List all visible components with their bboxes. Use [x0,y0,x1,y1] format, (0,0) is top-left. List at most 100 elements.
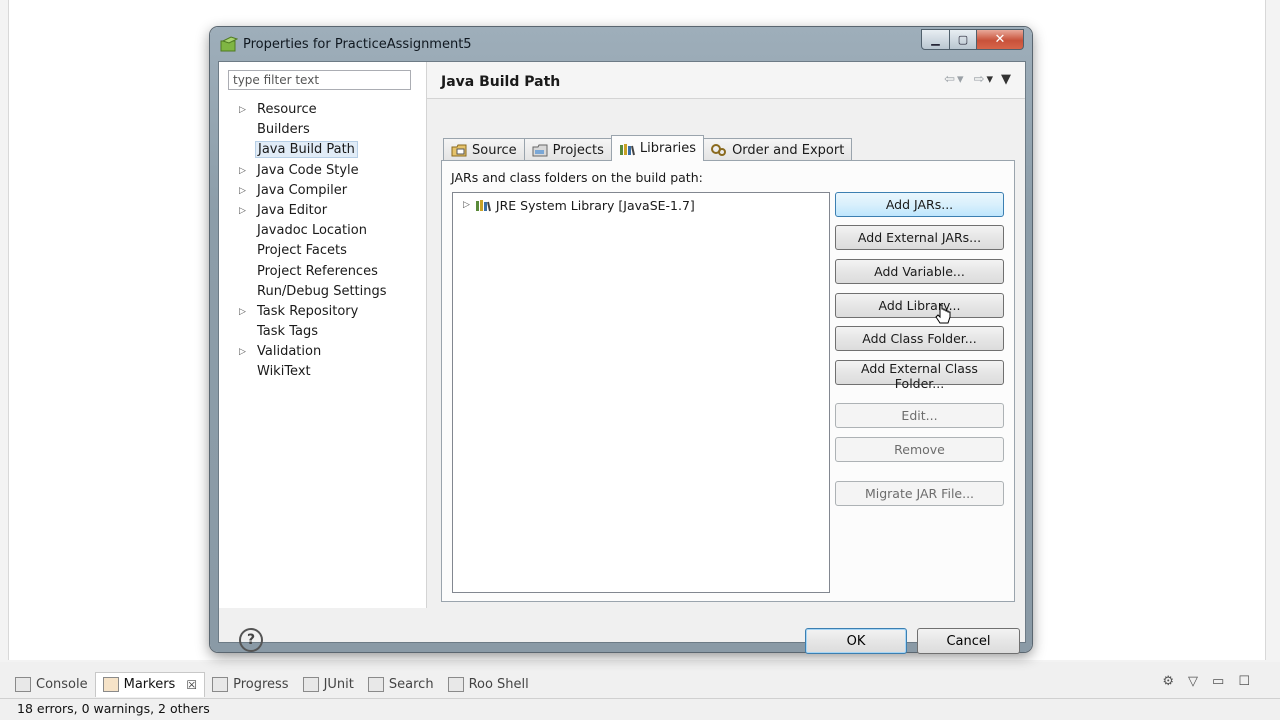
nav-item[interactable]: Javadoc Location [229,221,426,241]
expand-arrow-icon[interactable]: ▷ [239,302,246,322]
ok-button[interactable]: OK [805,628,907,654]
markers-status: 18 errors, 0 warnings, 2 others [17,701,210,716]
nav-item-label: Run/Debug Settings [257,283,387,299]
library-icon [475,200,491,212]
nav-item[interactable]: ▷ Java Editor [229,201,426,221]
tab-order-and-export[interactable]: Order and Export [703,138,853,161]
nav-item-label: Project References [257,263,378,279]
tab-source[interactable]: Source [443,138,525,161]
expand-arrow-icon[interactable]: ▷ [239,201,246,221]
help-icon[interactable]: ? [239,628,263,652]
expand-arrow-icon[interactable]: ▷ [239,342,246,362]
nav-tree: ▷ Resource Builders Java Build Path ▷ Java Co… [229,100,426,383]
nav-item-label: Validation [257,344,322,360]
roo-shell-icon [447,676,464,692]
expand-arrow-icon[interactable]: ▷ [239,161,246,181]
nav-item[interactable]: Task Tags [229,322,426,342]
nav-item-label: Builders [257,122,310,138]
minimize-button[interactable]: ▁ [921,29,950,50]
history-controls: ⇦ ▾ ⇨ ▾ ▼ [944,72,1011,87]
maximize-icon: ▢ [957,33,969,46]
view-menu-icon[interactable]: ▽ [1188,674,1198,689]
dialog-titlebar[interactable]: Properties for PracticeAssignment5 ▁ ▢ ✕ [210,27,1032,61]
nav-item[interactable]: Project References [229,262,426,282]
nav-item[interactable]: Builders [229,120,426,140]
forward-menu-icon[interactable]: ▾ [986,72,993,87]
nav-item[interactable]: ▷ Validation [229,342,426,362]
markers-icon [102,677,119,692]
nav-item[interactable]: WikiText [229,362,426,382]
tab-libraries[interactable]: Libraries [610,135,705,161]
nav-item-label: Project Facets [257,243,347,259]
order-export-icon [711,144,727,156]
libraries-tree[interactable]: ▷ JRE System Library [JavaSE-1.7] [452,192,830,593]
tab-label: Order and Export [732,142,845,158]
maximize-button[interactable]: ▢ [950,29,977,50]
search-icon [367,676,384,692]
view-tab-console[interactable]: Console [8,672,95,696]
property-page: Java Build Path ⇦ ▾ ⇨ ▾ ▼ Source Projects… [427,62,1025,608]
view-toolbar-icon[interactable]: ⚙ [1162,674,1174,689]
view-tab-label: Search [388,676,434,692]
junit-icon [302,676,319,692]
nav-item[interactable]: Java Build Path [229,140,426,160]
view-tab-search[interactable]: Search [361,672,441,696]
view-menu-icon[interactable]: ▼ [1001,72,1011,87]
expand-arrow-icon[interactable]: ▷ [239,100,246,120]
add-variable-button[interactable]: Add Variable... [835,259,1004,284]
mouse-pointer-icon [935,304,951,324]
dialog-title: Properties for PracticeAssignment5 [243,37,472,52]
nav-item-label: Task Tags [257,324,318,340]
back-icon[interactable]: ⇦ [944,72,955,87]
minimize-view-icon[interactable]: ▭ [1212,674,1224,689]
properties-dialog: Properties for PracticeAssignment5 ▁ ▢ ✕… [210,27,1032,654]
nav-item[interactable]: Run/Debug Settings [229,282,426,302]
expand-arrow-icon[interactable]: ▷ [239,181,246,201]
filter-input[interactable] [228,70,411,90]
source-folder-icon [451,144,467,157]
nav-item[interactable]: ▷ Java Compiler [229,181,426,201]
expand-arrow-icon[interactable]: ▷ [463,200,470,210]
libraries-label: JARs and class folders on the build path… [451,170,703,185]
tab-label: Source [472,142,517,158]
window-controls: ▁ ▢ ✕ [921,29,1024,50]
close-button[interactable]: ✕ [977,29,1024,50]
view-tab-label: Markers [123,677,176,692]
close-icon: ✕ [994,32,1006,47]
view-tab-progress[interactable]: Progress [205,672,295,696]
page-header: Java Build Path ⇦ ▾ ⇨ ▾ ▼ [427,62,1025,99]
migrate-jar-button[interactable]: Migrate JAR File... [835,481,1004,506]
tab-projects[interactable]: Projects [523,138,612,161]
view-tab-roo-shell[interactable]: Roo Shell [441,672,536,696]
view-tab-label: Roo Shell [468,676,529,692]
cancel-button[interactable]: Cancel [917,628,1020,654]
forward-icon[interactable]: ⇨ [974,72,985,87]
library-entry[interactable]: ▷ JRE System Library [JavaSE-1.7] [463,196,695,214]
console-icon [15,676,31,692]
nav-item-label: Javadoc Location [257,223,367,239]
view-tab-label: JUnit [323,676,354,692]
add-class-folder-button[interactable]: Add Class Folder... [835,326,1004,351]
projects-icon [532,144,548,157]
maximize-view-icon[interactable]: ☐ [1238,674,1250,689]
edit-button[interactable]: Edit... [835,403,1004,428]
back-menu-icon[interactable]: ▾ [957,72,964,87]
add-jars-button[interactable]: Add JARs... [835,192,1004,217]
nav-item-label: Java Compiler [257,182,348,198]
view-tab-junit[interactable]: JUnit [296,672,361,696]
libraries-icon [619,143,635,155]
nav-item[interactable]: ▷ Resource [229,100,426,120]
nav-item[interactable]: ▷ Task Repository [229,302,426,322]
bottom-views-bar: Console Markers ☒ Progress JUnit Search Roo Sh… [0,670,1280,698]
nav-item[interactable]: Project Facets [229,241,426,261]
add-external-class-folder-button[interactable]: Add External Class Folder... [835,360,1004,391]
build-path-tabs: Source Projects Libraries Order and Export [443,135,853,161]
view-tab-markers[interactable]: Markers ☒ [94,671,206,697]
add-external-jars-button[interactable]: Add External JARs... [835,225,1004,250]
close-view-icon[interactable]: ☒ [186,678,197,692]
add-library-button[interactable]: Add Library... [835,293,1004,318]
nav-item[interactable]: ▷ Java Code Style [229,161,426,181]
view-tab-label: Console [36,676,88,692]
remove-button[interactable]: Remove [835,437,1004,462]
minimize-icon: ▁ [931,33,940,46]
